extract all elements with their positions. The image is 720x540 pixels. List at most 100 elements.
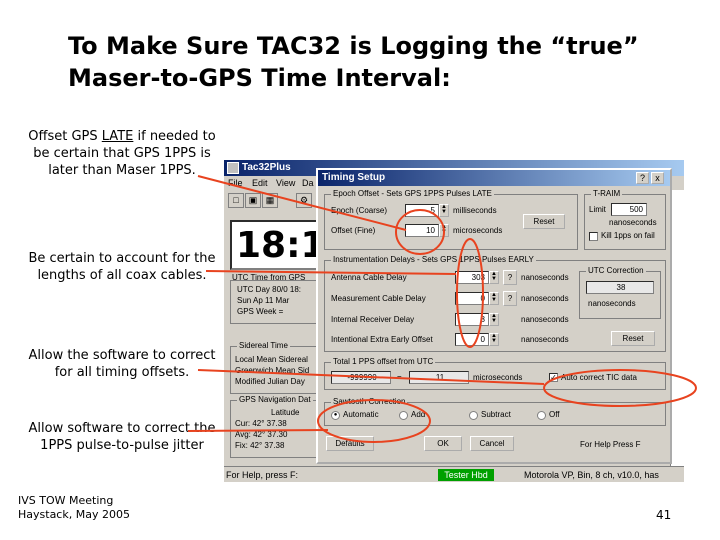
antenna-delay-spinner[interactable]: ▲ ▼ (489, 271, 499, 284)
clock-display: 18:1 (230, 220, 326, 270)
saw-subtract-label: Subtract (481, 410, 511, 419)
intentional-offset-unit: nanoseconds (521, 335, 569, 344)
gear-icon[interactable]: ⚙ (296, 193, 312, 208)
gps-navigation-panel: GPS Navigation Dat Latitude Cur: 42° 37.… (230, 395, 320, 458)
limit-unit: nanoseconds (609, 218, 657, 227)
timing-setup-dialog: Timing Setup ? x Epoch Offset - Sets GPS… (316, 168, 672, 464)
measurement-delay-label: Measurement Cable Delay (331, 294, 426, 303)
main-window-title: Tac32Plus (242, 162, 291, 173)
internal-delay-spinner[interactable]: ▲ ▼ (489, 313, 499, 326)
status-help-text: For Help, press F: (226, 470, 299, 480)
receiver-status: Motorola VP, Bin, 8 ch, v10.0, has (524, 470, 659, 480)
save-icon[interactable]: ▦ (262, 193, 278, 208)
gps-nav-line: Fix: 42° 37.38 (235, 441, 285, 450)
saw-off-label: Off (549, 410, 560, 419)
sidereal-title: Sidereal Time (237, 341, 290, 350)
delays-reset-button[interactable]: Reset (611, 331, 655, 346)
utc-line: GPS Week = (237, 307, 284, 316)
utc-line: Sun Ap 11 Mar (237, 296, 290, 305)
menu-edit[interactable]: Edit (252, 178, 268, 188)
help-button[interactable]: ? (636, 172, 649, 184)
note-pulse-jitter: Allow software to correct the 1PPS pulse… (28, 421, 216, 453)
menu-data[interactable]: Da (302, 178, 314, 188)
limit-label: Limit (589, 205, 606, 214)
internal-delay-input[interactable]: 8 (455, 313, 489, 326)
saw-add-label: Add (411, 410, 426, 419)
fine-unit: microseconds (453, 226, 503, 235)
intentional-offset-spinner[interactable]: ▲ ▼ (489, 333, 499, 346)
status-bar: For Help, press F: Tester Hbd Motorola V… (224, 466, 684, 482)
coarse-label: Epoch (Coarse) (331, 206, 388, 215)
saw-add-radio[interactable] (399, 411, 408, 420)
fine-input[interactable]: 10 (405, 224, 439, 237)
traim-group: T-RAIM Limit 500 nanoseconds Kill 1pps o… (584, 189, 666, 250)
epoch-reset-button[interactable]: Reset (523, 214, 565, 229)
coarse-spinner[interactable]: ▲ ▼ (439, 204, 449, 217)
note-coax-cables: Be certain to account for the lengths of… (28, 251, 216, 283)
new-document-icon[interactable]: □ (228, 193, 244, 208)
measurement-help-button[interactable]: ? (503, 291, 517, 306)
gps-nav-title: GPS Navigation Dat (237, 395, 313, 404)
menu-file[interactable]: File (228, 178, 243, 188)
saw-automatic-radio[interactable]: ● (331, 411, 340, 420)
saw-subtract-radio[interactable] (469, 411, 478, 420)
kill-1pps-checkbox[interactable] (589, 232, 598, 241)
saw-off-radio[interactable] (537, 411, 546, 420)
coarse-input[interactable]: 5 (405, 204, 439, 217)
limit-input[interactable]: 500 (611, 203, 647, 216)
gps-nav-line: Cur: 42° 37.38 (235, 419, 287, 428)
traim-group-title: T-RAIM (591, 189, 623, 198)
note-offset-late-underlined: LATE (101, 129, 134, 144)
cancel-button[interactable]: Cancel (470, 436, 514, 451)
total-offset-extra: 11 (409, 371, 469, 384)
dialog-help-text: For Help Press F (580, 440, 641, 449)
footer: IVS TOW Meeting Haystack, May 2005 (18, 494, 130, 522)
utc-correction-group: UTC Correction 38 nanoseconds (579, 266, 661, 319)
menu-view[interactable]: View (276, 178, 295, 188)
utc-correction-value: 38 (586, 281, 654, 294)
sawtooth-title: Sawtooth Correction (331, 397, 408, 406)
fine-spinner[interactable]: ▲ ▼ (439, 224, 449, 237)
intentional-offset-label: Intentional Extra Early Offset (331, 335, 433, 344)
auto-correct-checkbox[interactable]: ✓ (549, 373, 558, 382)
epoch-offset-group-title: Epoch Offset - Sets GPS 1PPS Pulses LATE (331, 189, 494, 198)
folder-icon[interactable]: ▣ (245, 193, 261, 208)
antenna-delay-unit: nanoseconds (521, 273, 569, 282)
window-icon (227, 162, 239, 174)
total-offset-group: Total 1 PPS offset from UTC -999990 = 11… (324, 357, 666, 390)
right-edge-panel (670, 190, 684, 466)
utc-panel: UTC Day 80/0 18: Sun Ap 11 Mar GPS Week … (230, 280, 320, 324)
defaults-button[interactable]: Defaults (326, 436, 374, 451)
gps-nav-line: Avg: 42° 37.30 (235, 430, 288, 439)
note-timing-offsets: Allow the software to correct for all ti… (28, 348, 216, 380)
total-offset-unit: microseconds (473, 373, 523, 382)
measurement-delay-spinner[interactable]: ▲ ▼ (489, 292, 499, 305)
ok-button[interactable]: OK (424, 436, 462, 451)
page-number: 41 (656, 508, 672, 522)
total-offset-value: -999990 (331, 371, 391, 384)
sidereal-line: Local Mean Sidereal (235, 355, 308, 364)
instrumentation-group-title: Instrumentation Delays - Sets GPS 1PPS P… (331, 255, 536, 264)
gps-nav-line: Latitude (271, 408, 300, 417)
antenna-help-button[interactable]: ? (503, 270, 517, 285)
slide-title: To Make Sure TAC32 is Logging the “true”… (68, 30, 668, 94)
dialog-title: Timing Setup (322, 172, 386, 183)
clock-time: 18:1 (236, 225, 326, 266)
total-offset-minus: = (397, 373, 402, 382)
utc-correction-unit: nanoseconds (588, 299, 636, 308)
internal-delay-unit: nanoseconds (521, 315, 569, 324)
footer-location-date: Haystack, May 2005 (18, 508, 130, 521)
toolbar: □ ▣ ▦ ⚙ (224, 191, 316, 211)
slide-title-line1: To Make Sure TAC32 is Logging the “true” (68, 32, 639, 60)
close-button[interactable]: x (651, 172, 664, 184)
utc-correction-title: UTC Correction (586, 266, 646, 275)
antenna-delay-input[interactable]: 303 (455, 271, 489, 284)
intentional-offset-input[interactable]: 0 (455, 333, 489, 346)
utc-line: UTC Day 80/0 18: (237, 285, 302, 294)
auto-correct-label: Auto correct TIC data (561, 373, 637, 382)
measurement-delay-input[interactable]: 0 (455, 292, 489, 305)
kill-1pps-label: Kill 1pps on fail (601, 231, 655, 240)
antenna-delay-label: Antenna Cable Delay (331, 273, 407, 282)
sidereal-panel: Sidereal Time Local Mean Sidereal Greenw… (230, 341, 320, 394)
instrumentation-delays-group: Instrumentation Delays - Sets GPS 1PPS P… (324, 255, 666, 352)
